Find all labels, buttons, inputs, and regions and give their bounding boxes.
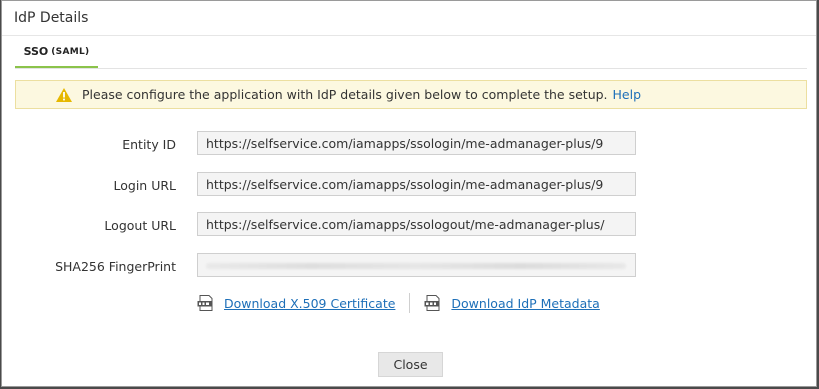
help-link[interactable]: Help xyxy=(613,87,642,102)
idp-details-dialog: IdP Details SSO (SAML) Please configure … xyxy=(1,0,817,387)
sha256-fingerprint-label: SHA256 FingerPrint xyxy=(55,259,176,274)
tab-sso-saml[interactable]: SSO (SAML) xyxy=(15,37,98,68)
entity-id-label: Entity ID xyxy=(122,137,176,152)
redacted-fingerprint xyxy=(206,263,626,269)
link-separator xyxy=(409,293,411,313)
dialog-header: IdP Details xyxy=(2,1,816,36)
close-button[interactable]: Close xyxy=(378,352,443,377)
download-metadata-link[interactable]: Download IdP Metadata xyxy=(451,296,599,311)
tab-sublabel: (SAML) xyxy=(51,46,90,57)
warning-icon xyxy=(56,87,72,102)
logout-url-label: Logout URL xyxy=(104,218,176,233)
pem-file-icon xyxy=(197,295,213,311)
download-links: Download X.509 Certificate Download IdP … xyxy=(197,293,600,313)
login-url-label: Login URL xyxy=(113,178,177,193)
setup-notice: Please configure the application with Id… xyxy=(15,80,807,109)
download-certificate-link[interactable]: Download X.509 Certificate xyxy=(224,296,395,311)
xml-file-icon xyxy=(424,295,440,311)
tab-bar: SSO (SAML) xyxy=(15,37,807,69)
tab-label: SSO xyxy=(23,45,49,58)
entity-id-field[interactable] xyxy=(197,131,636,155)
notice-message: Please configure the application with Id… xyxy=(82,87,608,102)
sha256-fingerprint-field[interactable] xyxy=(197,253,636,277)
login-url-field[interactable] xyxy=(197,172,636,196)
dialog-title: IdP Details xyxy=(14,10,89,26)
logout-url-field[interactable] xyxy=(197,212,636,236)
